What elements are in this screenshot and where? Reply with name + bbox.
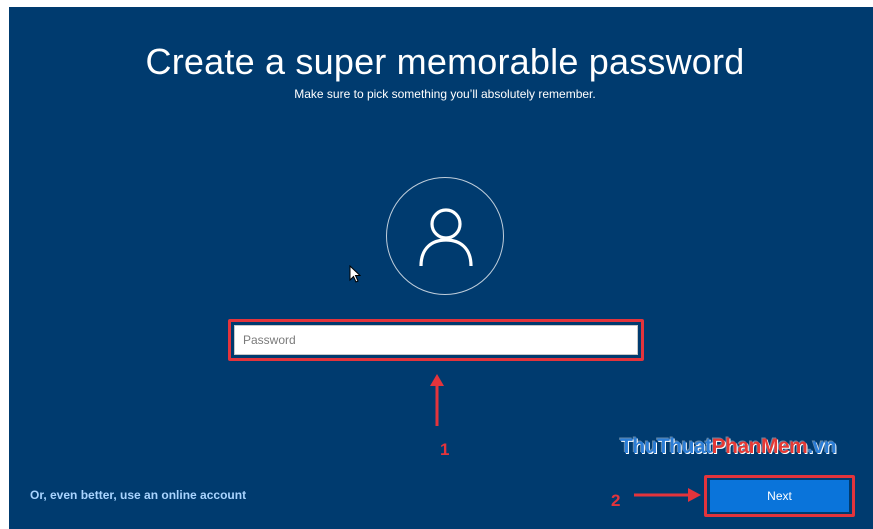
online-account-link[interactable]: Or, even better, use an online account	[30, 488, 246, 502]
arrow-right-icon	[634, 488, 701, 502]
password-input[interactable]	[234, 325, 638, 355]
page-subtitle: Make sure to pick something you’ll absol…	[294, 87, 596, 101]
mouse-pointer-icon	[349, 265, 361, 283]
arrow-up-icon	[430, 374, 444, 426]
annotation-label-2: 2	[611, 491, 621, 510]
watermark-logo: ThuThuatPhanMem.vn	[620, 435, 837, 459]
watermark-part-3: .vn	[807, 435, 837, 458]
user-icon	[419, 208, 473, 267]
next-button[interactable]: Next	[710, 480, 849, 512]
page-title: Create a super memorable password	[145, 41, 745, 82]
screenshot-frame: Create a super memorable password Make s…	[0, 0, 873, 529]
annotation-label-1: 1	[440, 440, 450, 459]
watermark-part-2: PhanMem	[711, 435, 808, 458]
avatar	[386, 177, 504, 295]
watermark-part-1: ThuThuat	[620, 435, 712, 458]
